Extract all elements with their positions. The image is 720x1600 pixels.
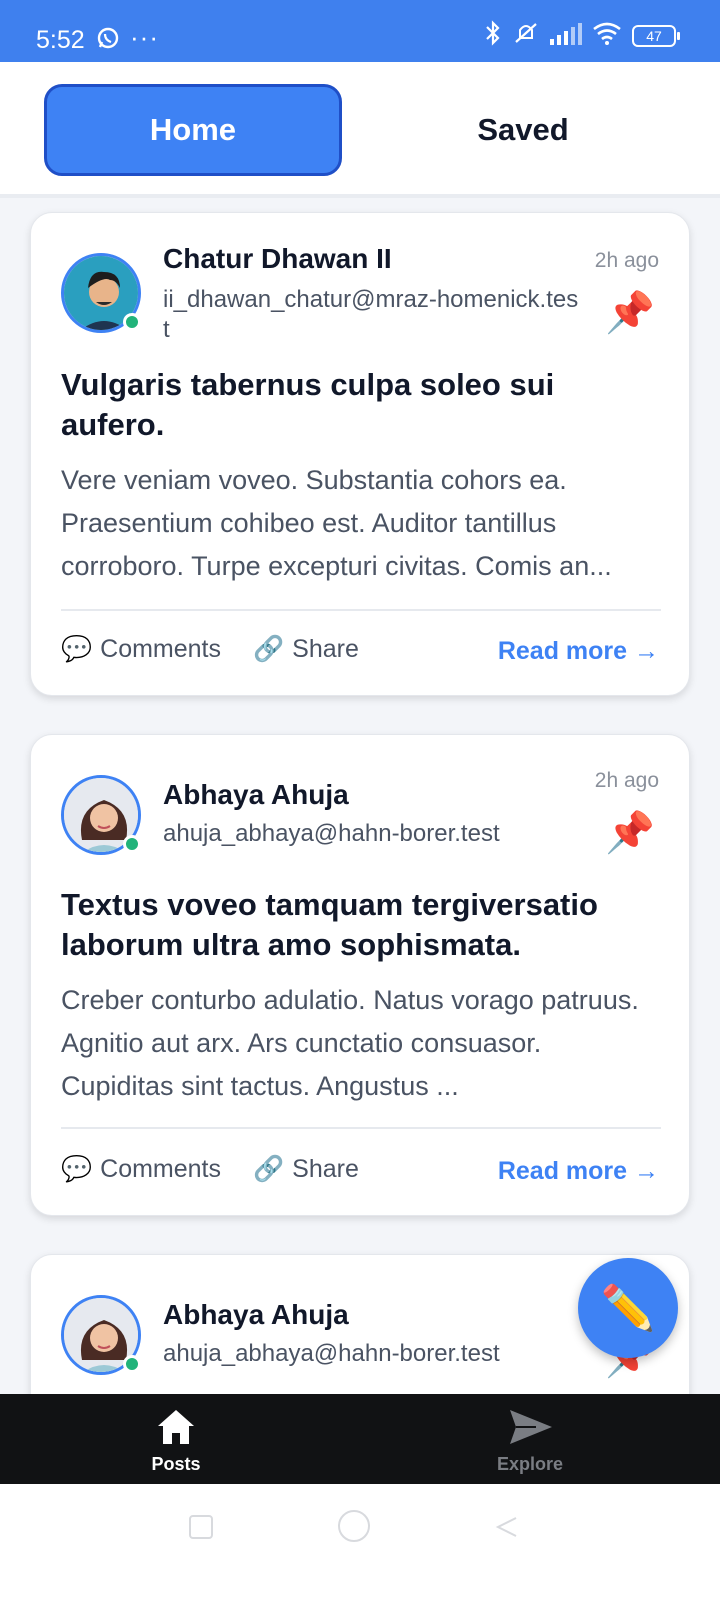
post-card[interactable]: Chatur Dhawan II ii_dhawan_chatur@mraz-h… <box>30 212 690 696</box>
bluetooth-icon <box>484 20 502 51</box>
battery-icon: 47 <box>632 24 680 47</box>
comments-label: Comments <box>100 1155 222 1183</box>
link-icon: 🔗 <box>253 635 285 663</box>
post-author-name: Abhaya Ahuja <box>163 779 349 810</box>
post-author-email: ahuja_abhaya@hahn-borer.test <box>163 820 500 847</box>
comment-icon: 💬 <box>61 1155 93 1183</box>
home-icon <box>96 1406 256 1450</box>
post-body: Creber conturbo adulatio. Natus vorago p… <box>61 985 639 1101</box>
post-time: 2h ago <box>594 769 659 792</box>
nav-explore-label: Explore <box>496 1454 564 1474</box>
post-author-name: Abhaya Ahuja <box>163 1299 349 1330</box>
divider <box>61 609 661 611</box>
mute-icon <box>512 20 540 51</box>
home-button-icon[interactable] <box>336 1508 372 1549</box>
wifi-icon <box>592 21 622 50</box>
share-label: Share <box>292 635 359 663</box>
share-label: Share <box>292 1155 359 1183</box>
pencil-icon: ✏️ <box>600 1284 656 1333</box>
status-bar: 5:52 ··· 47 <box>0 0 720 62</box>
post-author-email: ii_dhawan_chatur@mraz-homenick.test <box>163 286 579 343</box>
post-title: Vulgaris tabernus culpa soleo sui aufero… <box>61 367 555 442</box>
tab-home[interactable]: Home <box>44 84 342 176</box>
share-button[interactable]: 🔗 Share <box>253 635 359 664</box>
system-navigation-bar <box>0 1484 720 1600</box>
online-status-dot <box>123 835 141 853</box>
read-more-link[interactable]: Read more → <box>498 637 659 666</box>
online-status-dot <box>123 313 141 331</box>
recents-icon[interactable] <box>188 1514 214 1545</box>
nav-posts-label: Posts <box>151 1454 201 1474</box>
pin-icon[interactable]: 📌 <box>605 289 655 336</box>
online-status-dot <box>123 1355 141 1373</box>
status-time: 5:52 <box>36 26 85 54</box>
send-icon <box>450 1406 610 1450</box>
top-tab-bar: Home Saved <box>0 62 720 198</box>
read-more-link[interactable]: Read more → <box>498 1157 659 1186</box>
comment-icon: 💬 <box>61 635 93 663</box>
post-feed[interactable]: Chatur Dhawan II ii_dhawan_chatur@mraz-h… <box>0 202 720 1422</box>
post-author-name: Chatur Dhawan II <box>163 243 392 274</box>
link-icon: 🔗 <box>253 1155 285 1183</box>
post-time: 2h ago <box>594 249 659 272</box>
back-icon[interactable] <box>494 1514 520 1545</box>
post-author-email: ahuja_abhaya@hahn-borer.test <box>163 1340 500 1367</box>
comments-button[interactable]: 💬 Comments <box>61 635 221 664</box>
whatsapp-icon <box>96 26 120 55</box>
more-notifications-icon: ··· <box>130 22 159 52</box>
nav-explore[interactable]: Explore <box>450 1406 610 1475</box>
share-button[interactable]: 🔗 Share <box>253 1155 359 1184</box>
signal-icon <box>550 21 582 50</box>
tab-saved[interactable]: Saved <box>374 84 672 176</box>
divider <box>61 1127 661 1129</box>
nav-posts[interactable]: Posts <box>96 1406 256 1475</box>
post-body: Vere veniam voveo. Substantia cohors ea.… <box>61 465 612 581</box>
comments-label: Comments <box>100 635 222 663</box>
compose-button[interactable]: ✏️ <box>578 1258 678 1358</box>
pin-icon[interactable]: 📌 <box>605 809 655 856</box>
post-card[interactable]: Abhaya Ahuja ahuja_abhaya@hahn-borer.tes… <box>30 734 690 1216</box>
post-title: Textus voveo tamquam tergiversatio labor… <box>61 887 598 962</box>
bottom-navigation: Posts Explore <box>0 1394 720 1484</box>
comments-button[interactable]: 💬 Comments <box>61 1155 221 1184</box>
